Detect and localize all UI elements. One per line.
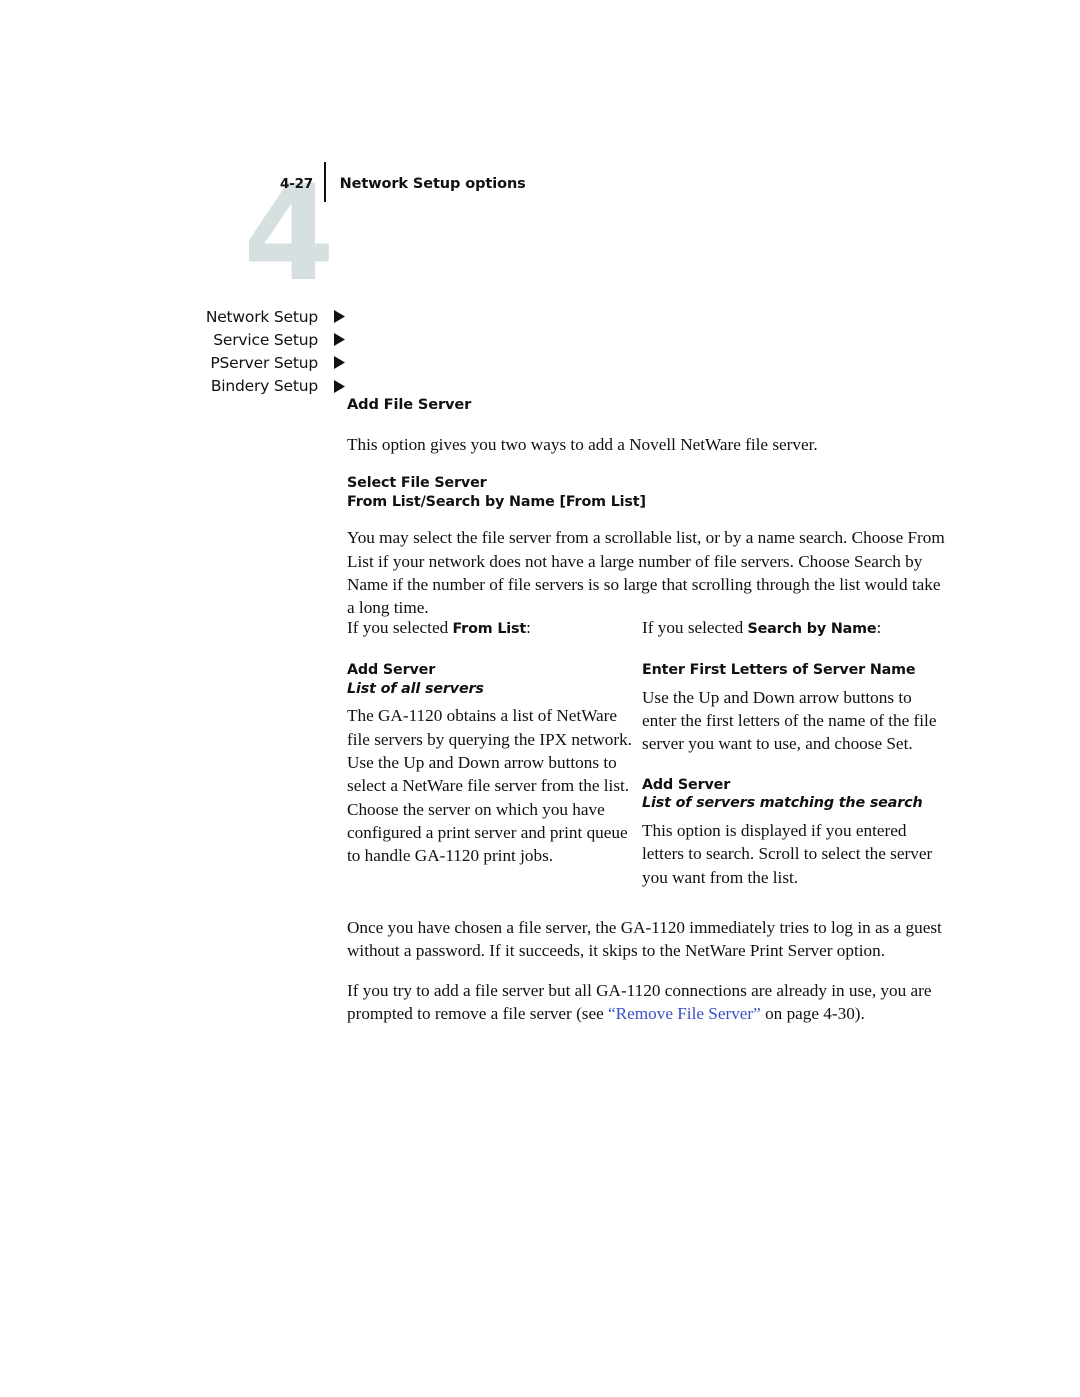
search-intro-bold: Search by Name (747, 621, 877, 637)
page-header: 4-27 Network Setup options (270, 162, 526, 202)
option-enter-first-letters: Enter First Letters of Server Name (642, 661, 942, 680)
search-body-1: Use the Up and Down arrow buttons to ent… (642, 687, 937, 754)
section-heading-add-file-server: Add File Server (347, 396, 472, 413)
triangle-right-icon (334, 333, 350, 347)
option-name: Add Server (347, 662, 436, 679)
column-search-by-name: If you selected Search by Name: Enter Fi… (642, 616, 942, 889)
option-name: Enter First Letters of Server Name (642, 662, 916, 679)
from-list-body: The GA-1120 obtains a list of NetWare fi… (347, 706, 632, 866)
from-list-intro-prefix: If you selected (347, 618, 453, 637)
search-body-2: This option is displayed if you entered … (642, 820, 933, 887)
breadcrumb-item-bindery-setup: Bindery Setup (120, 375, 350, 398)
breadcrumb-item-label: Bindery Setup (210, 377, 318, 396)
option-values: List of servers matching the search (642, 795, 923, 812)
option-name: Add Server (642, 776, 731, 793)
breadcrumb-item-label: Service Setup (213, 330, 318, 349)
breadcrumb-item-network-setup: Network Setup (120, 305, 350, 328)
breadcrumb-item-label: Network Setup (205, 307, 318, 326)
breadcrumb-item-service-setup: Service Setup (120, 328, 350, 351)
from-list-intro-suffix: : (526, 618, 531, 637)
option-values: List of all servers (347, 680, 484, 697)
triangle-right-icon (334, 379, 350, 393)
closing-paragraph-2-after: on page 4-30). (760, 1003, 865, 1023)
intro-paragraph: This option gives you two ways to add a … (347, 435, 818, 454)
closing-section: Once you have chosen a file server, the … (347, 916, 947, 1025)
cross-reference-link[interactable]: “Remove File Server” (608, 1004, 761, 1023)
triangle-right-icon (334, 356, 350, 370)
column-from-list: If you selected From List: Add Server Li… (347, 616, 632, 868)
option-add-server-left: Add Server List of all servers (347, 661, 632, 698)
description-paragraph: You may select the file server from a sc… (347, 528, 945, 618)
breadcrumb: Network Setup Service Setup PServer Setu… (120, 305, 350, 398)
search-by-name-intro: If you selected Search by Name: (642, 616, 942, 641)
option-name: Select File Server (347, 475, 487, 492)
breadcrumb-item-label: PServer Setup (210, 353, 318, 372)
search-intro-prefix: If you selected (642, 618, 748, 637)
triangle-right-icon (334, 310, 350, 324)
breadcrumb-item-pserver-setup: PServer Setup (120, 351, 350, 374)
from-list-intro: If you selected From List: (347, 616, 632, 641)
option-add-server-right: Add Server List of servers matching the … (642, 776, 942, 813)
page-folio: 4-27 (280, 176, 313, 192)
from-list-intro-bold: From List (452, 621, 527, 637)
main-content: Add File Server This option gives you tw… (347, 396, 947, 620)
closing-paragraph-2: If you try to add a file server but all … (347, 979, 947, 1026)
option-values: From List/Search by Name [From List] (347, 493, 646, 510)
page-title: Network Setup options (339, 176, 526, 192)
closing-paragraph-1: Once you have chosen a file server, the … (347, 918, 942, 961)
option-select-file-server: Select File Server From List/Search by N… (347, 474, 947, 511)
search-intro-suffix: : (876, 618, 882, 637)
